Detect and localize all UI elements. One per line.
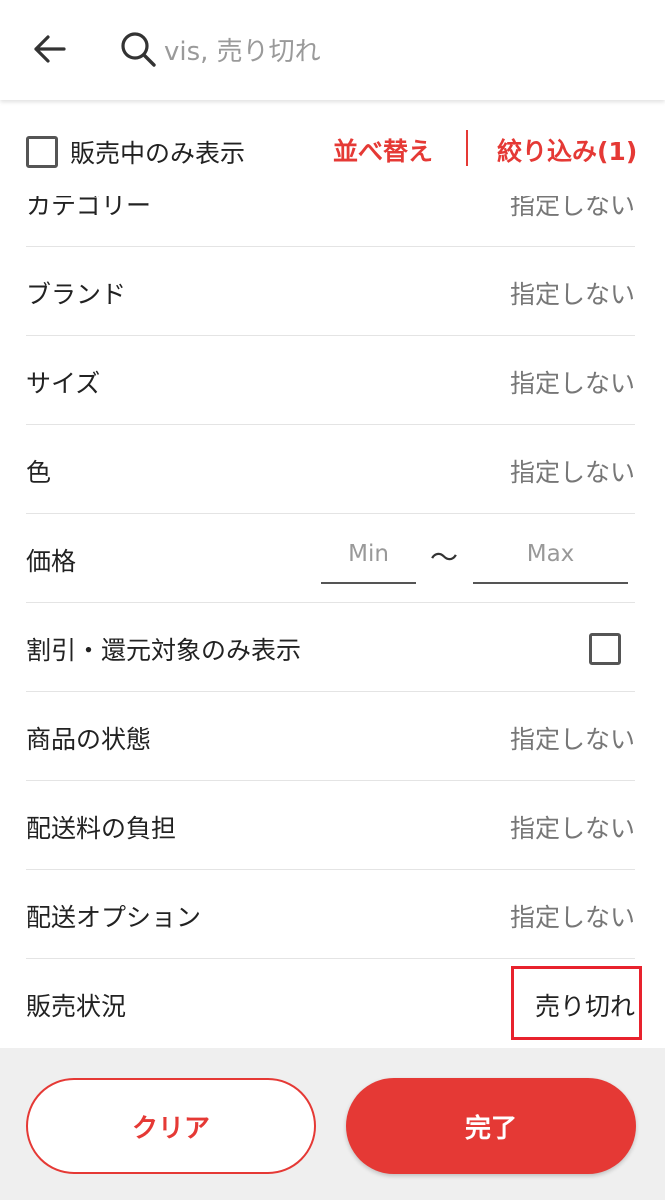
filter-bar: 販売中のみ表示 並べ替え 絞り込み(1) [0,100,665,196]
shipping-option-label: 配送オプション [26,903,202,932]
clear-button[interactable]: クリア [26,1078,316,1174]
filter-row-color[interactable]: 色 指定しない [26,425,635,514]
on-sale-only-checkbox[interactable] [26,136,58,168]
sales-status-value: 売り切れ [534,992,635,1021]
filter-row-sales-status[interactable]: 販売状況 売り切れ [26,959,635,1048]
condition-label: 商品の状態 [26,725,152,754]
discount-checkbox[interactable] [589,633,621,665]
search-input[interactable]: vis, 売り切れ [164,31,321,68]
refine-button[interactable]: 絞り込み(1) [497,132,637,168]
price-min-input[interactable] [321,532,416,576]
shipping-fee-value: 指定しない [509,814,635,843]
header: vis, 売り切れ [0,0,665,100]
shipping-option-value: 指定しない [509,903,635,932]
sales-status-label: 販売状況 [26,992,127,1021]
price-separator: 〜 [430,541,459,574]
search-box[interactable]: vis, 売り切れ [118,26,638,72]
divider [466,130,468,166]
filter-row-brand[interactable]: ブランド 指定しない [26,247,635,336]
size-label: サイズ [26,369,101,398]
footer: クリア 完了 [0,1048,665,1200]
filter-row-shipping-fee[interactable]: 配送料の負担 指定しない [26,781,635,870]
color-value: 指定しない [509,458,635,487]
brand-label: ブランド [26,280,127,309]
filter-row-discount[interactable]: 割引・還元対象のみ表示 [26,603,635,692]
condition-value: 指定しない [509,725,635,754]
filter-row-condition[interactable]: 商品の状態 指定しない [26,692,635,781]
size-value: 指定しない [509,369,635,398]
arrow-left-icon [34,35,66,63]
sort-button[interactable]: 並べ替え [333,132,433,168]
color-label: 色 [26,458,52,487]
filter-row-shipping-option[interactable]: 配送オプション 指定しない [26,870,635,959]
filter-row-size[interactable]: サイズ 指定しない [26,336,635,425]
discount-label: 割引・還元対象のみ表示 [26,636,302,665]
price-max-field [473,532,628,584]
price-label: 価格 [26,547,77,576]
brand-value: 指定しない [509,280,635,309]
shipping-fee-label: 配送料の負担 [26,814,177,843]
done-button[interactable]: 完了 [346,1078,636,1174]
price-min-field [321,532,416,584]
on-sale-only-label: 販売中のみ表示 [70,139,246,168]
back-button[interactable] [28,26,70,72]
filter-list: カテゴリー 指定しない ブランド 指定しない サイズ 指定しない 色 指定しない… [0,158,665,1048]
filter-row-price: 価格 〜 [26,514,635,603]
price-max-input[interactable] [473,532,628,576]
search-icon [118,29,158,69]
on-sale-only-toggle[interactable]: 販売中のみ表示 [26,134,245,170]
